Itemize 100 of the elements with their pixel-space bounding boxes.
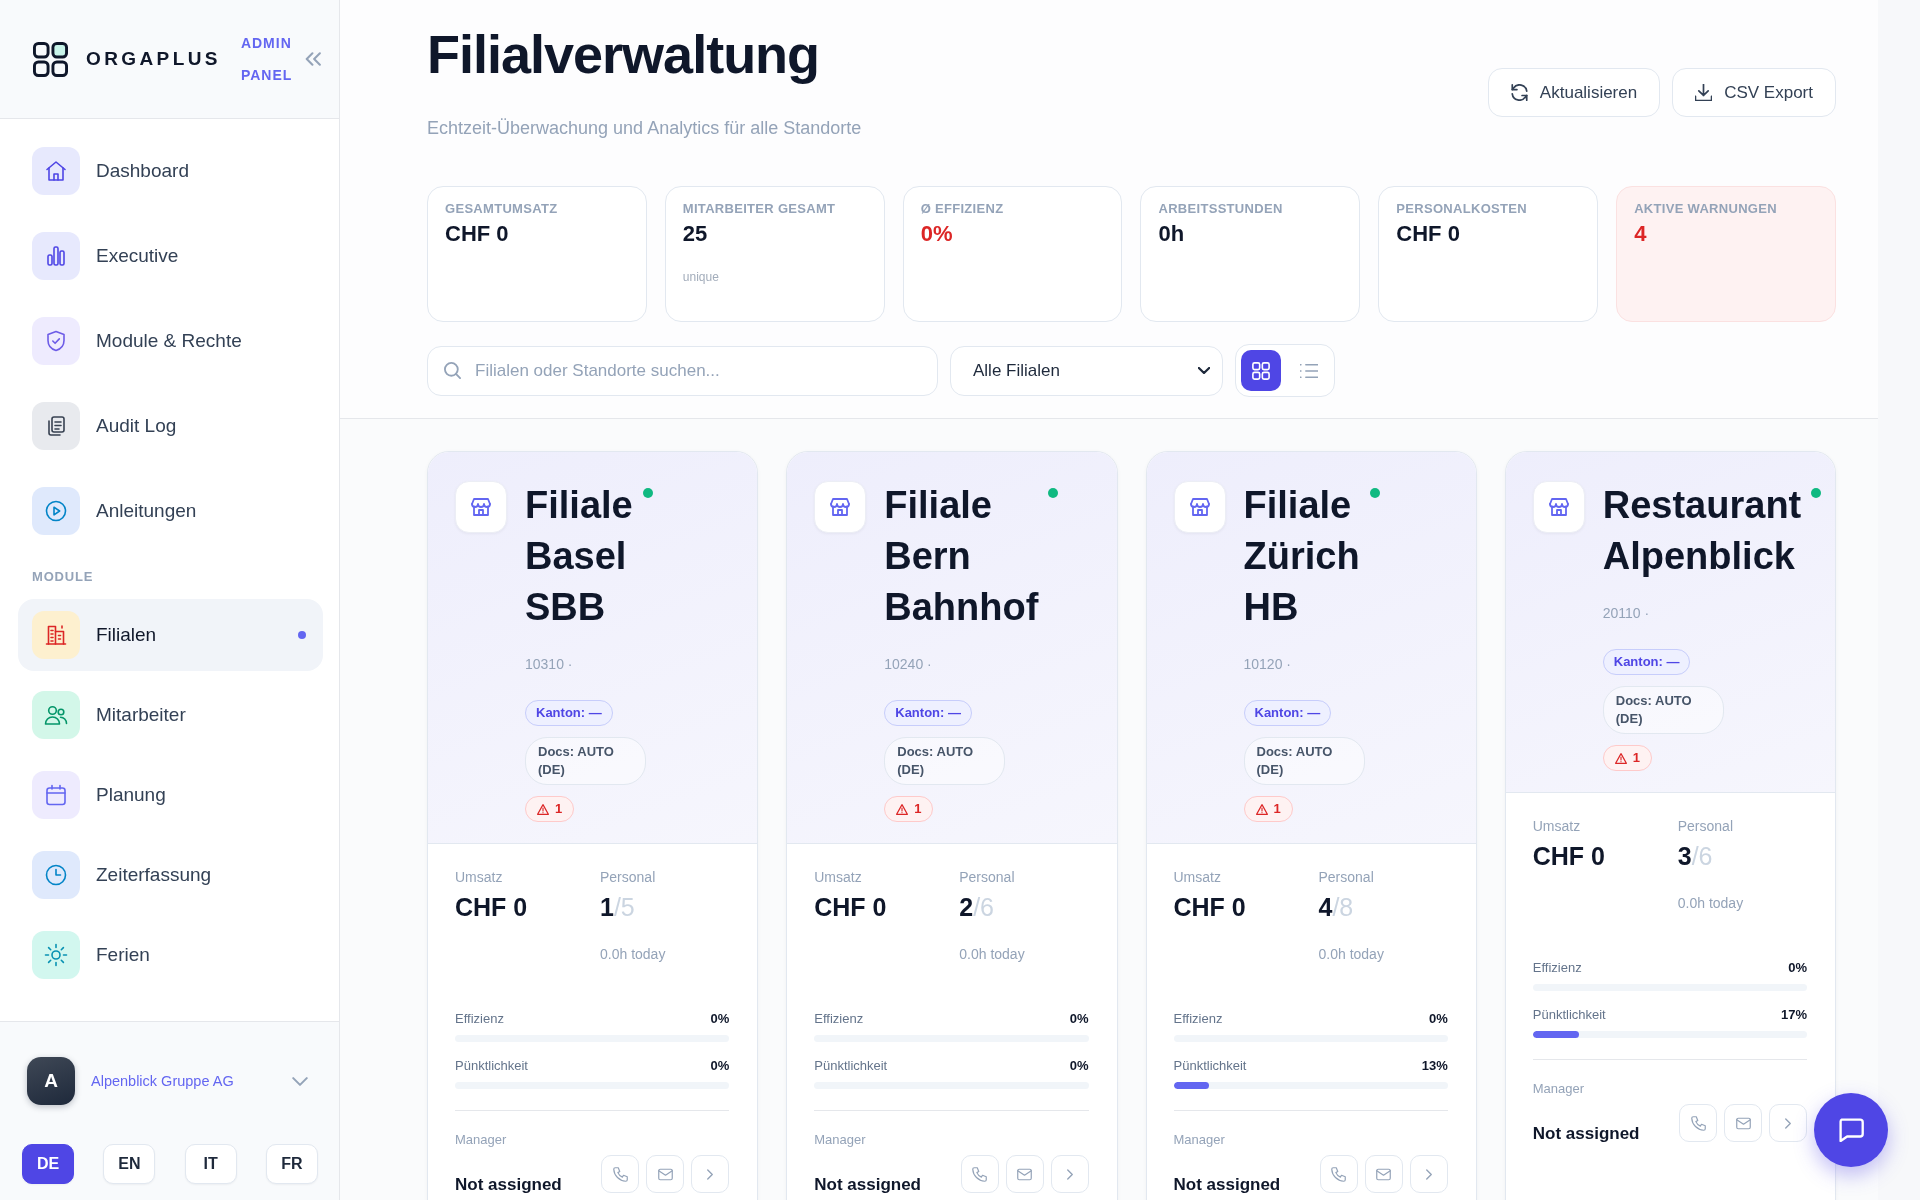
nav-item[interactable]: Mitarbeiter <box>18 679 323 751</box>
docs-badge: Docs: AUTO (DE) <box>1243 737 1365 785</box>
language-button[interactable]: FR <box>266 1144 318 1184</box>
bar-reading: 0% <box>1069 1057 1089 1075</box>
canton-badge: Kanton: — <box>525 700 613 726</box>
chevron-down-icon[interactable] <box>292 1076 308 1086</box>
email-button[interactable] <box>1005 1155 1044 1193</box>
language-button[interactable]: DE <box>22 1144 74 1184</box>
email-button[interactable] <box>646 1155 685 1193</box>
warning-icon <box>1614 752 1627 764</box>
stat-label: ARBEITSSTUNDEN <box>1158 201 1284 217</box>
manager-label: Manager <box>1173 1131 1226 1149</box>
nav-item[interactable]: Audit Log <box>18 390 323 462</box>
bar-chart-icon <box>32 232 80 280</box>
chevron-down-icon <box>1198 367 1210 374</box>
stat-label: MITARBEITER GESAMT <box>682 201 837 217</box>
store-icon <box>814 481 867 533</box>
nav-item[interactable]: Dashboard <box>18 135 323 207</box>
metric-label: Personal <box>600 868 657 886</box>
nav-item[interactable]: Ferien <box>18 919 323 991</box>
double-chevron-left-icon <box>305 51 321 67</box>
org-name[interactable]: Alpenblick Gruppe AG <box>91 1073 234 1089</box>
revenue-value: CHF 0 <box>814 892 888 922</box>
bar-reading: 13% <box>1421 1057 1448 1075</box>
nav-item[interactable]: Zeiterfassung <box>18 839 323 911</box>
chevron-right-icon <box>707 1168 714 1180</box>
nav-item[interactable]: Planung <box>18 759 323 831</box>
stat-value: 4 <box>1634 220 1648 248</box>
stat-value: CHF 0 <box>1396 220 1461 248</box>
page-subtitle: Echtzeit-Überwachung und Analytics für alle Standorte <box>427 117 862 139</box>
stat-note: unique <box>682 270 720 284</box>
language-button[interactable]: IT <box>184 1144 237 1184</box>
call-button[interactable] <box>1679 1104 1717 1142</box>
details-button[interactable] <box>1050 1155 1089 1193</box>
call-button[interactable] <box>1319 1155 1358 1193</box>
revenue-value: CHF 0 <box>1173 892 1247 922</box>
metric-label: Umsatz <box>814 868 863 886</box>
branch-name: Restaurant Alpenblick <box>1602 483 1802 579</box>
collapse-button[interactable] <box>305 51 321 67</box>
branch-name: Filiale Zürich HB <box>1243 483 1360 630</box>
mail-icon <box>1376 1166 1392 1182</box>
download-icon <box>1695 84 1713 101</box>
panel-label: ADMIN PANEL <box>240 34 293 85</box>
manager-label: Manager <box>455 1131 508 1149</box>
warning-count: 1 <box>914 800 922 818</box>
manager-name: Not assigned <box>455 1174 562 1196</box>
nav-item[interactable]: Module & Rechte <box>18 305 323 377</box>
bar-label: Effizienz <box>455 1010 504 1028</box>
branch-name: Filiale Basel SBB <box>525 483 633 630</box>
stat-value: 25 <box>682 220 709 248</box>
warning-icon <box>896 803 909 815</box>
sun-icon <box>32 931 80 979</box>
bar-label: Effizienz <box>814 1010 864 1028</box>
docs-badge: Docs: AUTO (DE) <box>884 737 1006 785</box>
building-icon <box>32 611 80 659</box>
warning-count: 1 <box>1273 800 1281 818</box>
export-button[interactable]: CSV Export <box>1672 68 1836 117</box>
mail-icon <box>1017 1166 1032 1182</box>
hours-today: 0.0h today <box>959 945 1026 964</box>
grid-view-button[interactable] <box>1241 350 1281 391</box>
store-icon <box>1173 481 1226 533</box>
refresh-icon <box>1510 84 1528 101</box>
refresh-button[interactable]: Aktualisieren <box>1487 68 1661 117</box>
branch-code: 10310 · <box>525 655 574 674</box>
manager-label: Manager <box>1532 1080 1586 1098</box>
chevron-right-icon <box>1066 1168 1073 1180</box>
shield-check-icon <box>32 317 80 365</box>
canton-badge: Kanton: — <box>884 700 972 726</box>
language-button[interactable]: EN <box>103 1144 156 1184</box>
details-button[interactable] <box>1409 1155 1448 1193</box>
bar-label: Effizienz <box>1532 959 1582 977</box>
hours-today: 0.0h today <box>600 945 667 964</box>
stat-value: 0h <box>1158 220 1186 248</box>
manager-name: Not assigned <box>1173 1174 1281 1196</box>
nav-item[interactable]: Filialen <box>18 599 323 671</box>
manager-name: Not assigned <box>1532 1123 1640 1145</box>
canton-badge: Kanton: — <box>1602 649 1691 675</box>
staff-value: 4/8 <box>1318 892 1355 922</box>
branch-select[interactable]: Alle Filialen <box>950 345 1223 396</box>
call-button[interactable] <box>960 1155 999 1193</box>
nav-item[interactable]: Executive <box>18 220 323 292</box>
mail-icon <box>657 1166 673 1182</box>
phone-icon <box>1331 1166 1347 1182</box>
branch-code: 20110 · <box>1602 604 1651 623</box>
metric-label: Personal <box>959 868 1016 886</box>
bar-label: Pünktlichkeit <box>1173 1057 1247 1075</box>
warning-icon <box>1255 803 1268 815</box>
call-button[interactable] <box>601 1155 640 1193</box>
chevron-right-icon <box>1785 1117 1791 1129</box>
details-button[interactable] <box>691 1155 730 1193</box>
bar-reading: 0% <box>710 1057 730 1075</box>
phone-icon <box>972 1166 987 1182</box>
clock-icon <box>32 851 80 899</box>
revenue-value: CHF 0 <box>455 892 529 922</box>
search-field[interactable]: Filialen oder Standorte suchen... <box>427 345 938 396</box>
email-button[interactable] <box>1724 1104 1762 1142</box>
nav-item[interactable]: Anleitungen <box>18 475 323 547</box>
email-button[interactable] <box>1364 1155 1403 1193</box>
metric-label: Umsatz <box>1532 817 1582 835</box>
details-button[interactable] <box>1769 1104 1807 1142</box>
